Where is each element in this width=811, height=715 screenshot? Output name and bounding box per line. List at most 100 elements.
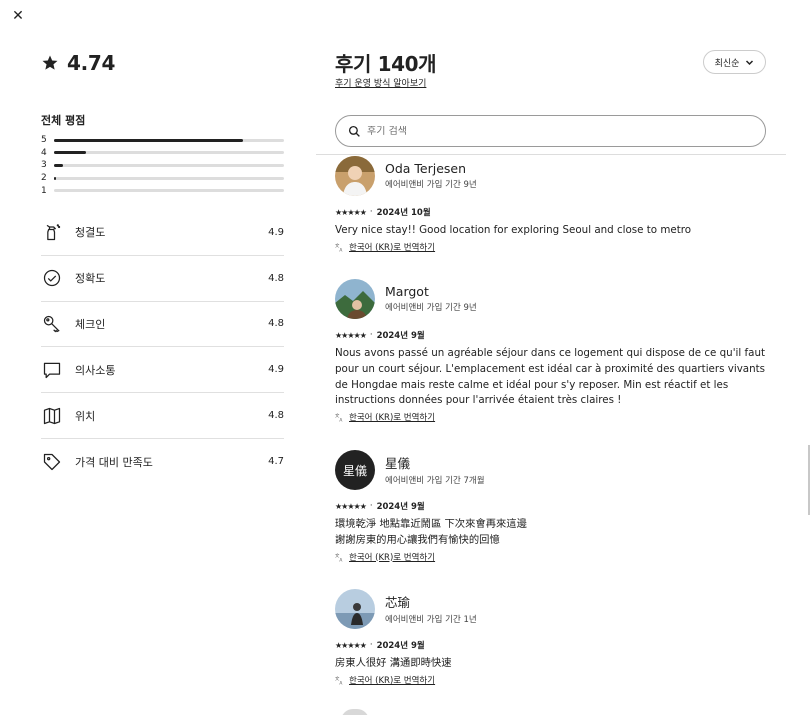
svg-text:A: A xyxy=(339,247,342,252)
overall-rating: 4.74 xyxy=(41,48,284,78)
review-item: Oda Terjesen 에어비앤비 가입 기간 9년 ★★★★★ · 2024… xyxy=(335,156,775,253)
review-stars: ★★★★★ xyxy=(335,330,367,340)
review-text: Very nice stay!! Good location for explo… xyxy=(335,224,692,236)
tag-icon xyxy=(41,451,63,473)
category-checkin: 체크인 4.8 xyxy=(41,302,284,348)
reviewer-name: 星儀 xyxy=(385,455,411,471)
distribution-label: 1 xyxy=(41,185,47,196)
review-policy-link[interactable]: 후기 운영 방식 알아보기 xyxy=(335,76,426,89)
reviewer-name: Margot xyxy=(385,283,429,299)
translate-icon: 文A xyxy=(335,412,342,423)
meta-separator: · xyxy=(369,501,373,511)
chat-bubble-icon xyxy=(41,359,63,381)
next-review-avatar xyxy=(341,709,369,715)
distribution-row-4: 4 xyxy=(41,147,284,160)
distribution-fill xyxy=(54,176,56,180)
sort-label: 최신순 xyxy=(714,58,740,69)
category-name: 의사소통 xyxy=(75,363,116,377)
category-name: 청결도 xyxy=(75,226,106,240)
category-score: 4.7 xyxy=(268,456,284,468)
translate-icon: 文A xyxy=(335,675,342,685)
review-item: 星儀 星儀 에어비앤비 가입 기간 7개월 ★★★★★ · 2024년 9월 環… xyxy=(335,450,775,563)
review-date: 2024년 9월 xyxy=(376,641,425,651)
distribution-fill xyxy=(54,151,87,155)
search-input[interactable] xyxy=(367,125,747,137)
svg-text:A: A xyxy=(339,418,342,423)
avatar[interactable]: 星儀 xyxy=(335,450,375,490)
check-circle-icon xyxy=(41,267,63,289)
reviewer-name: 芯瑜 xyxy=(385,594,411,610)
translate-icon: 文A xyxy=(335,242,342,252)
review-item: 芯瑜 에어비앤비 가입 기간 1년 ★★★★★ · 2024년 9월 房東人很好… xyxy=(335,589,775,686)
category-ratings: 청결도 4.9 정확도 4.8 체크인 4.8 의사소통 4.9 위치 4.8 … xyxy=(41,210,284,485)
map-icon xyxy=(41,405,63,427)
scrollbar[interactable] xyxy=(808,445,810,515)
distribution-row-2: 2 xyxy=(41,172,284,185)
review-stars: ★★★★★ xyxy=(335,640,367,650)
category-location: 위치 4.8 xyxy=(41,393,284,439)
avatar[interactable] xyxy=(335,279,375,319)
svg-text:A: A xyxy=(339,557,342,562)
distribution-track xyxy=(54,138,284,142)
translate-link[interactable]: 한국어 (KR)로 번역하기 xyxy=(349,551,435,563)
review-text: 環境乾淨 地點靠近鬧區 下次來會再來這邊 謝謝房東的用心讓我們有愉快的回憶 xyxy=(335,518,527,546)
search-icon xyxy=(348,125,360,137)
member-duration: 에어비앤비 가입 기간 7개월 xyxy=(385,475,485,486)
reviews-title: 후기 140개 xyxy=(335,52,437,76)
category-score: 4.8 xyxy=(268,318,284,330)
review-date: 2024년 9월 xyxy=(376,331,425,341)
distribution-track xyxy=(54,163,284,167)
distribution-track xyxy=(54,189,284,193)
distribution-row-5: 5 xyxy=(41,134,284,147)
reviewer-name: Oda Terjesen xyxy=(385,160,467,176)
category-communication: 의사소통 4.9 xyxy=(41,347,284,394)
distribution-row-3: 3 xyxy=(41,159,284,172)
meta-separator: · xyxy=(369,330,373,340)
category-score: 4.9 xyxy=(268,364,284,376)
member-duration: 에어비앤비 가입 기간 9년 xyxy=(385,302,477,313)
review-text: 房東人很好 溝通即時快速 xyxy=(335,657,452,669)
member-duration: 에어비앤비 가입 기간 1년 xyxy=(385,614,477,625)
distribution-track xyxy=(54,176,284,180)
category-name: 정확도 xyxy=(75,272,106,286)
category-name: 체크인 xyxy=(75,317,106,331)
member-duration: 에어비앤비 가입 기간 9년 xyxy=(385,179,477,190)
category-name: 위치 xyxy=(75,409,96,423)
meta-separator: · xyxy=(369,640,373,650)
review-text: Nous avons passé un agréable séjour dans… xyxy=(335,347,766,407)
review-stars: ★★★★★ xyxy=(335,501,367,511)
category-score: 4.8 xyxy=(268,410,284,422)
distribution-label: 5 xyxy=(41,135,47,146)
distribution-row-1: 1 xyxy=(41,184,284,197)
category-score: 4.8 xyxy=(268,272,284,284)
key-icon xyxy=(41,313,63,335)
distribution-track xyxy=(54,151,284,155)
translate-icon: 文A xyxy=(335,552,342,562)
sort-dropdown[interactable]: 최신순 xyxy=(703,50,766,74)
spray-bottle-icon xyxy=(41,221,63,243)
review-date: 2024년 10월 xyxy=(376,208,431,218)
chevron-down-icon xyxy=(746,59,754,65)
svg-text:A: A xyxy=(339,680,342,685)
distribution-label: 2 xyxy=(41,173,47,184)
meta-separator: · xyxy=(369,207,373,217)
overall-score: 4.74 xyxy=(67,51,116,75)
avatar[interactable] xyxy=(335,156,375,196)
review-search[interactable] xyxy=(335,115,766,147)
category-score: 4.9 xyxy=(268,226,284,238)
distribution-title: 전체 평점 xyxy=(41,114,86,127)
avatar[interactable] xyxy=(335,589,375,629)
distribution-fill xyxy=(54,138,243,142)
rating-distribution: 5 4 3 2 1 xyxy=(41,134,284,197)
category-name: 가격 대비 만족도 xyxy=(75,455,153,469)
star-icon xyxy=(42,55,58,70)
review-item: Margot 에어비앤비 가입 기간 9년 ★★★★★ · 2024년 9월 N… xyxy=(335,279,775,423)
translate-link[interactable]: 한국어 (KR)로 번역하기 xyxy=(349,674,435,686)
review-date: 2024년 9월 xyxy=(376,502,425,512)
close-button[interactable]: ✕ xyxy=(8,6,28,26)
translate-link[interactable]: 한국어 (KR)로 번역하기 xyxy=(349,241,435,253)
review-stars: ★★★★★ xyxy=(335,207,367,217)
translate-link[interactable]: 한국어 (KR)로 번역하기 xyxy=(349,411,435,423)
distribution-label: 3 xyxy=(41,160,47,171)
divider xyxy=(316,154,786,155)
